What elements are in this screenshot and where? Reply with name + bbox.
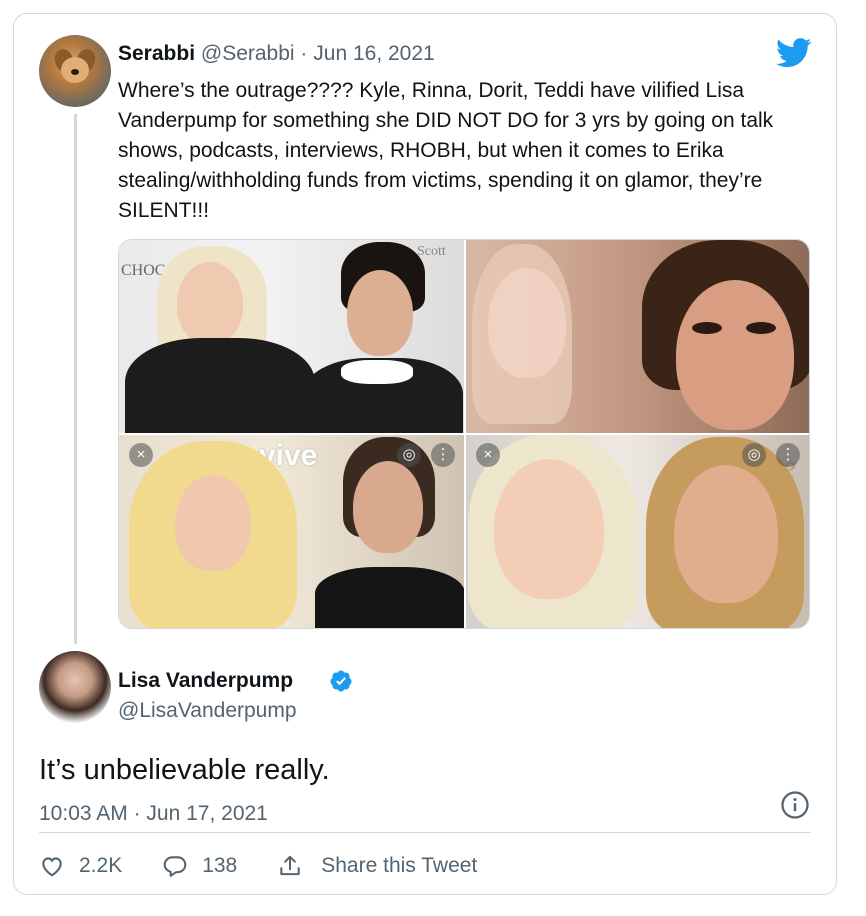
tweet-actions-bar: 2.2K 138 Share this Tweet (39, 848, 517, 884)
separator-dot: · (300, 42, 308, 65)
tweet-embed-card: Serabbi @Serabbi · Jun 16, 2021 Where’s … (13, 13, 837, 895)
reply-count: 138 (202, 854, 238, 877)
tweet-date[interactable]: Jun 17, 2021 (146, 802, 267, 825)
main-author-name[interactable]: Lisa Vanderpump (118, 669, 293, 693)
share-tweet-label: Share this Tweet (321, 854, 478, 877)
info-icon[interactable] (780, 790, 810, 820)
parent-tweet-media-grid[interactable]: CHOC Scott vive × ◎ ⋮ × ◎ ⋮ (118, 239, 810, 629)
like-count: 2.2K (79, 854, 123, 877)
main-author-handle[interactable]: @LisaVanderpump (118, 699, 297, 723)
lens-icon: ◎ (742, 443, 766, 467)
like-button[interactable]: 2.2K (39, 853, 122, 879)
lisa-vanderpump-avatar[interactable] (39, 651, 111, 723)
heart-icon (42, 857, 62, 877)
lens-icon: ◎ (397, 443, 421, 467)
close-icon: × (476, 443, 500, 467)
parent-tweet-header: Serabbi @Serabbi · Jun 16, 2021 (118, 42, 435, 66)
more-options-icon: ⋮ (431, 443, 455, 467)
more-options-icon: ⋮ (776, 443, 800, 467)
share-tweet-button[interactable]: Share this Tweet (277, 853, 477, 879)
tweet-time[interactable]: 10:03 AM (39, 802, 128, 825)
tweet-timestamp[interactable]: 10:03 AM · Jun 17, 2021 (39, 802, 268, 826)
close-icon: × (129, 443, 153, 467)
media-image-1[interactable]: CHOC Scott (119, 240, 464, 433)
thread-connector-line (74, 114, 77, 644)
share-icon (280, 855, 300, 876)
verified-badge-icon (330, 670, 352, 692)
media-image-2[interactable] (466, 240, 809, 433)
parent-author-name[interactable]: Serabbi (118, 42, 195, 65)
backdrop-text: Scott (417, 244, 446, 259)
reply-icon (163, 856, 187, 877)
parent-tweet-text: Where’s the outrage???? Kyle, Rinna, Dor… (118, 79, 774, 222)
actions-divider (39, 832, 811, 833)
parent-author-handle[interactable]: @Serabbi (201, 42, 295, 65)
parent-tweet-date[interactable]: Jun 16, 2021 (313, 42, 434, 65)
separator-dot: · (133, 802, 141, 825)
main-tweet-text: It’s unbelievable really. (39, 754, 330, 786)
media-image-4[interactable]: ve × ◎ ⋮ (466, 435, 809, 628)
twitter-bird-icon[interactable] (776, 38, 812, 68)
reply-button[interactable]: 138 (162, 853, 237, 879)
media-image-3[interactable]: vive × ◎ ⋮ (119, 435, 464, 628)
serabbi-avatar[interactable] (39, 35, 111, 107)
backdrop-text: CHOC (121, 262, 166, 279)
